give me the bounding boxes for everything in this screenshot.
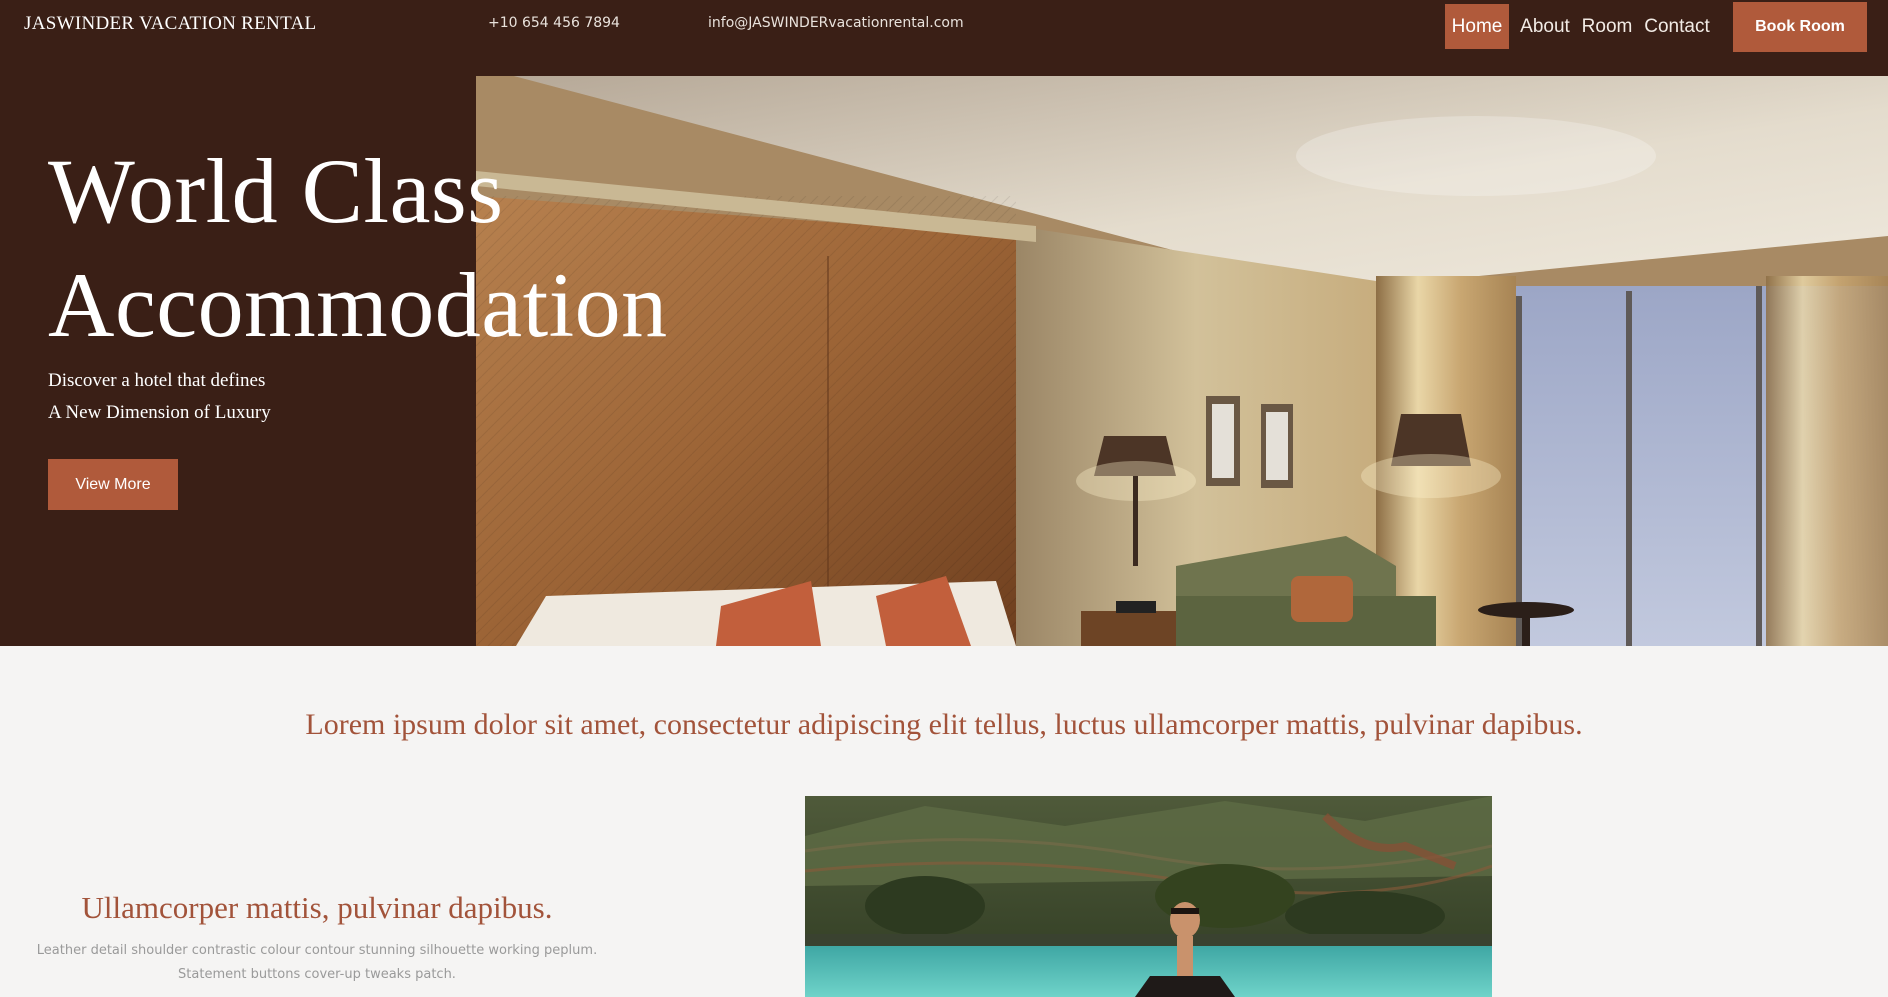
hero-title-line-1: World Class [48,140,504,242]
nav-item-home[interactable]: Home [1445,4,1509,49]
book-room-button[interactable]: Book Room [1733,2,1867,52]
nav-item-contact[interactable]: Contact [1641,4,1713,49]
hero-title-line-2: Accommodation [48,254,668,356]
email-address[interactable]: info@JASWINDERvacationrental.com [708,15,964,31]
nav-item-room[interactable]: Room [1581,4,1633,49]
hero-subtitle-line-2: A New Dimension of Luxury [48,402,271,423]
view-more-button[interactable]: View More [48,459,178,510]
nav-item-about[interactable]: About [1517,4,1573,49]
hero-title: World Class Accommodation [48,134,668,362]
brand-logo[interactable]: JASWINDER VACATION RENTAL [24,13,316,35]
hero-subtitle-line-1: Discover a hotel that defines [48,370,266,391]
hero-subtitle: Discover a hotel that defines A New Dime… [48,365,271,429]
feature-title: Ullamcorper mattis, pulvinar dapibus. [81,890,553,925]
site-header: JASWINDER VACATION RENTAL +10 654 456 78… [0,0,1888,76]
feature-text-line-2: Statement buttons cover-up tweaks patch. [178,967,456,982]
hero-section: World Class Accommodation Discover a hot… [0,76,1888,646]
intro-tagline: Lorem ipsum dolor sit amet, consectetur … [305,708,1583,741]
feature-description: Leather detail shoulder contrastic colou… [30,939,604,987]
feature-text-line-1: Leather detail shoulder contrastic colou… [36,943,598,958]
pool-image [805,796,1492,997]
phone-number[interactable]: +10 654 456 7894 [488,15,620,31]
hotel-room-image [476,76,1888,646]
